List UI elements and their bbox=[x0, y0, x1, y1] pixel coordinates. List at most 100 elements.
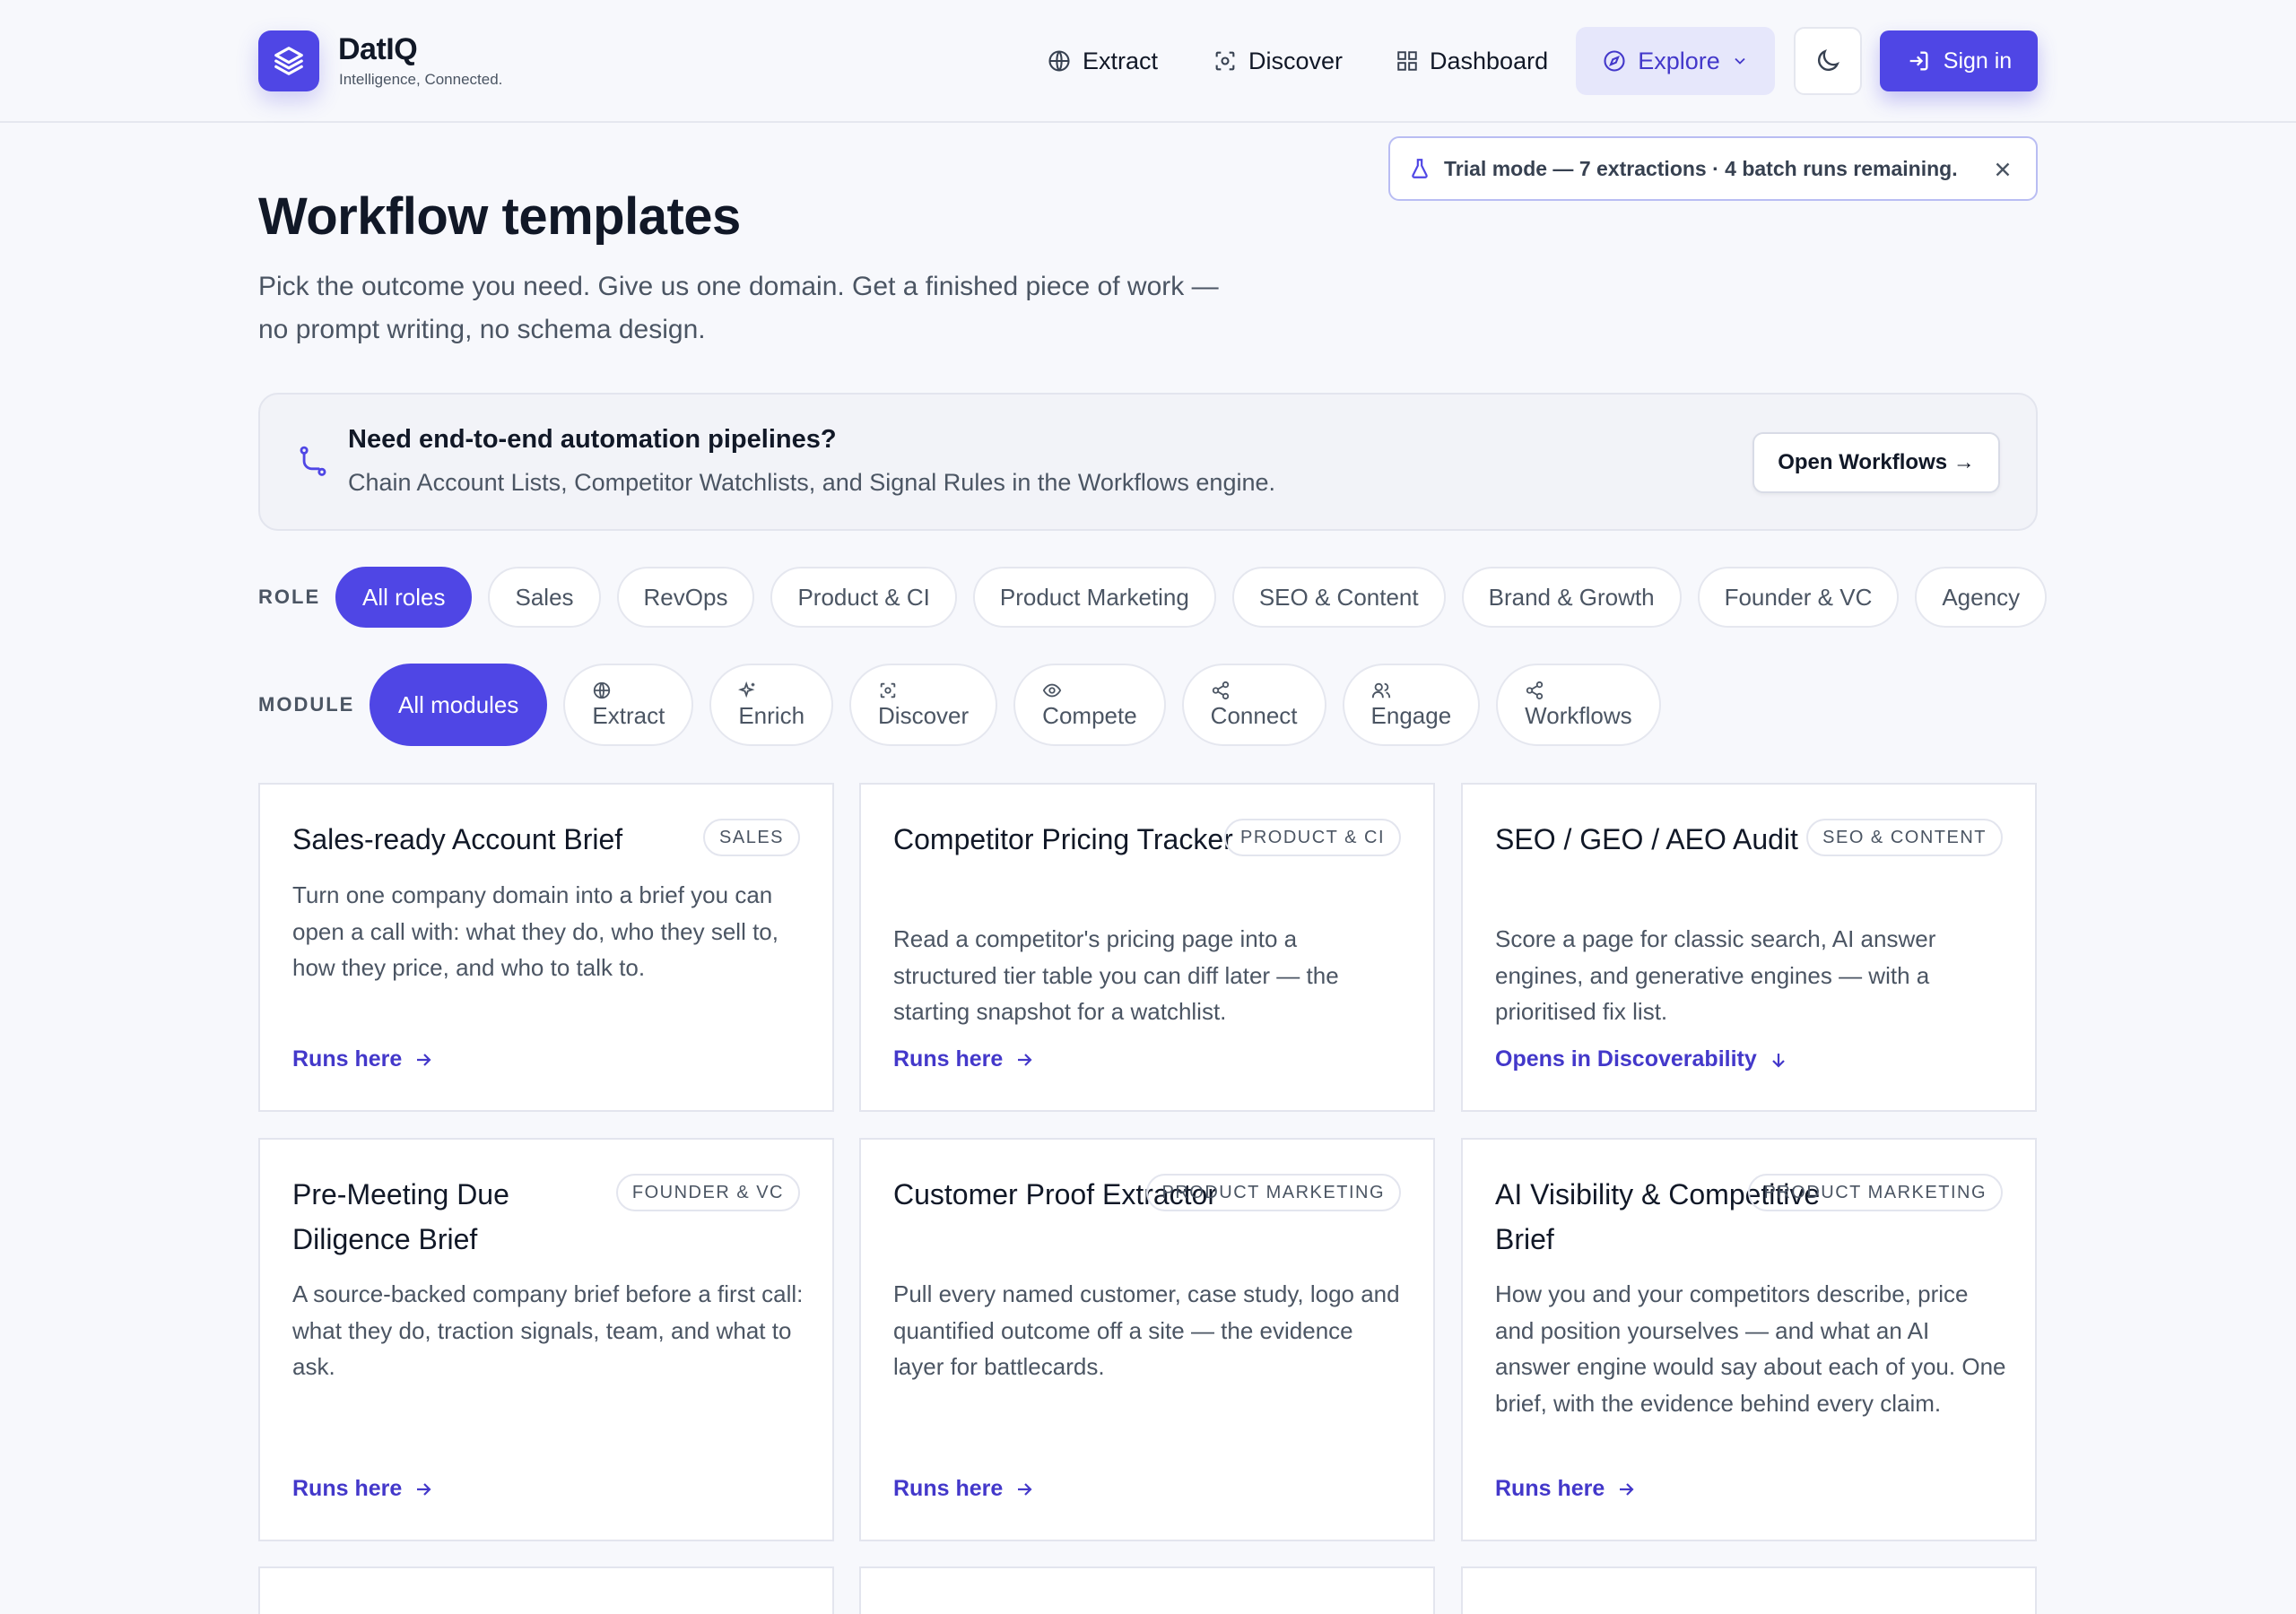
nav-dashboard[interactable]: Dashboard bbox=[1396, 36, 1548, 86]
callout-title: Need end-to-end automation pipelines? bbox=[348, 425, 837, 454]
role-filter-label: ROLE bbox=[258, 586, 321, 608]
brand-tagline: Intelligence, Connected. bbox=[339, 71, 503, 88]
module-filter-label: MODULE bbox=[258, 693, 355, 716]
module-chip-compete[interactable]: Compete bbox=[1013, 664, 1166, 746]
arrow-right-icon bbox=[1018, 1482, 1032, 1496]
role-chip-brand-growth[interactable]: Brand & Growth bbox=[1461, 567, 1682, 628]
sign-in-label: Sign in bbox=[1943, 48, 2013, 74]
role-chip-product-marketing[interactable]: Product Marketing bbox=[972, 567, 1216, 628]
page-title: Workflow templates bbox=[258, 187, 741, 246]
close-icon[interactable] bbox=[1991, 158, 2014, 181]
card-description: Turn one company domain into a brief you… bbox=[292, 881, 778, 981]
scan-icon bbox=[1215, 51, 1235, 71]
card-title: Sales-ready Account Brief bbox=[292, 823, 623, 855]
template-card[interactable]: Customer Proof Extractor PRODUCT MARKETI… bbox=[859, 1138, 1435, 1541]
template-card[interactable] bbox=[258, 1566, 834, 1614]
module-chip-extract-label: Extract bbox=[592, 701, 665, 729]
template-card[interactable]: SEO / GEO / AEO Audit SEO & CONTENT Scor… bbox=[1461, 783, 2037, 1112]
card-run-link[interactable]: Runs here bbox=[893, 1476, 1035, 1502]
card-link-label: Runs here bbox=[292, 1476, 403, 1501]
module-chip-engage[interactable]: Engage bbox=[1342, 664, 1481, 746]
template-card[interactable]: AI Visibility & Competitive Brief PRODUC… bbox=[1461, 1138, 2037, 1541]
card-title: Competitor Pricing Tracker bbox=[893, 823, 1233, 855]
share-icon bbox=[1212, 681, 1229, 699]
sparkles-icon bbox=[738, 681, 755, 698]
arrow-right-icon bbox=[1018, 1053, 1032, 1066]
module-filter: All modules Extract Enrich Discover Comp… bbox=[370, 664, 1661, 746]
globe-icon bbox=[1048, 50, 1070, 72]
card-link-label: Runs here bbox=[1495, 1476, 1605, 1501]
module-chip-all-label: All modules bbox=[398, 690, 519, 718]
role-chip-founder-vc[interactable]: Founder & VC bbox=[1697, 567, 1900, 628]
module-chip-enrich[interactable]: Enrich bbox=[709, 664, 834, 746]
module-chip-connect-label: Connect bbox=[1210, 701, 1298, 729]
nav-discover[interactable]: Discover bbox=[1213, 36, 1343, 86]
arrow-right-icon bbox=[417, 1482, 431, 1496]
trial-text: Trial mode — 7 extractions · 4 batch run… bbox=[1444, 156, 1958, 180]
card-role-badge: FOUNDER & VC bbox=[615, 1174, 800, 1211]
sign-in-button[interactable]: Sign in bbox=[1880, 30, 2038, 91]
compass-icon bbox=[1604, 50, 1625, 72]
brand-name[interactable]: DatIQ bbox=[338, 32, 418, 67]
card-link-label: Runs here bbox=[292, 1046, 403, 1072]
template-card[interactable]: Sales-ready Account Brief SALES Turn one… bbox=[258, 783, 834, 1112]
workflows-callout: Need end-to-end automation pipelines? Ch… bbox=[258, 393, 2038, 531]
logo-icon[interactable] bbox=[258, 30, 319, 91]
role-chip-agency[interactable]: Agency bbox=[1915, 567, 2048, 628]
card-description: Score a page for classic search, AI answ… bbox=[1495, 925, 1936, 1025]
module-chip-connect[interactable]: Connect bbox=[1181, 664, 1326, 746]
role-chip-product-ci[interactable]: Product & CI bbox=[770, 567, 957, 628]
callout-text: Chain Account Lists, Competitor Watchlis… bbox=[348, 469, 1275, 496]
role-chip-seo-content[interactable]: SEO & Content bbox=[1231, 567, 1446, 628]
card-run-link[interactable]: Runs here bbox=[292, 1046, 434, 1072]
card-role-badge: SALES bbox=[703, 819, 800, 856]
arrow-right-icon bbox=[1620, 1482, 1634, 1496]
template-card[interactable] bbox=[1461, 1566, 2037, 1614]
eye-icon bbox=[1042, 683, 1062, 697]
module-chip-workflows-label: Workflows bbox=[1525, 701, 1632, 729]
grid-icon bbox=[1397, 51, 1417, 71]
card-run-link[interactable]: Runs here bbox=[1495, 1476, 1637, 1502]
module-chip-all[interactable]: All modules bbox=[370, 664, 548, 746]
template-card[interactable]: Pre-Meeting Due Diligence Brief FOUNDER … bbox=[258, 1138, 834, 1541]
arrow-right-icon bbox=[417, 1053, 431, 1066]
card-run-link[interactable]: Runs here bbox=[292, 1476, 434, 1502]
nav-extract[interactable]: Extract bbox=[1047, 36, 1158, 86]
role-chip-all[interactable]: All roles bbox=[335, 567, 473, 628]
module-chip-discover-label: Discover bbox=[878, 701, 970, 729]
module-chip-workflows[interactable]: Workflows bbox=[1496, 664, 1661, 746]
share-icon bbox=[1526, 681, 1544, 699]
card-run-link[interactable]: Runs here bbox=[893, 1046, 1035, 1072]
module-chip-extract[interactable]: Extract bbox=[563, 664, 694, 746]
arrow-down-icon bbox=[1771, 1053, 1785, 1068]
nav-explore-dropdown[interactable]: Explore bbox=[1576, 27, 1775, 95]
module-chip-enrich-label: Enrich bbox=[738, 701, 805, 729]
role-filter: All roles Sales RevOps Product & CI Prod… bbox=[335, 567, 2048, 628]
open-workflows-button[interactable]: Open Workflows → bbox=[1752, 432, 2000, 493]
module-chip-discover[interactable]: Discover bbox=[849, 664, 998, 746]
card-description: Read a competitor's pricing page into a … bbox=[893, 925, 1339, 1025]
card-link-label: Runs here bbox=[893, 1476, 1004, 1501]
theme-toggle-button[interactable] bbox=[1794, 27, 1862, 95]
nav-discover-label: Discover bbox=[1248, 47, 1344, 74]
template-card[interactable]: Competitor Pricing Tracker PRODUCT & CI … bbox=[859, 783, 1435, 1112]
nav-dashboard-label: Dashboard bbox=[1430, 47, 1549, 74]
page-subtitle: Pick the outcome you need. Give us one d… bbox=[258, 272, 1219, 344]
scan-icon bbox=[880, 682, 896, 698]
card-discoverability-link[interactable]: Opens in Discoverability bbox=[1495, 1046, 1789, 1072]
card-role-badge: SEO & CONTENT bbox=[1806, 819, 2003, 856]
card-description: How you and your competitors describe, p… bbox=[1495, 1280, 2006, 1417]
top-header: DatIQ Intelligence, Connected. Extract D… bbox=[0, 0, 2296, 123]
workflow-icon bbox=[300, 446, 326, 476]
nav-explore-label: Explore bbox=[1638, 47, 1720, 74]
nav-extract-label: Extract bbox=[1083, 47, 1159, 74]
role-chip-sales[interactable]: Sales bbox=[488, 567, 601, 628]
sign-in-icon bbox=[1909, 51, 1928, 71]
role-chip-revops[interactable]: RevOps bbox=[616, 567, 755, 628]
card-description: Pull every named customer, case study, l… bbox=[893, 1280, 1400, 1380]
users-icon bbox=[1371, 682, 1390, 698]
flask-icon bbox=[1412, 159, 1428, 178]
card-title: SEO / GEO / AEO Audit bbox=[1495, 823, 1798, 855]
trial-banner: Trial mode — 7 extractions · 4 batch run… bbox=[1388, 136, 2038, 201]
template-card[interactable] bbox=[859, 1566, 1435, 1614]
